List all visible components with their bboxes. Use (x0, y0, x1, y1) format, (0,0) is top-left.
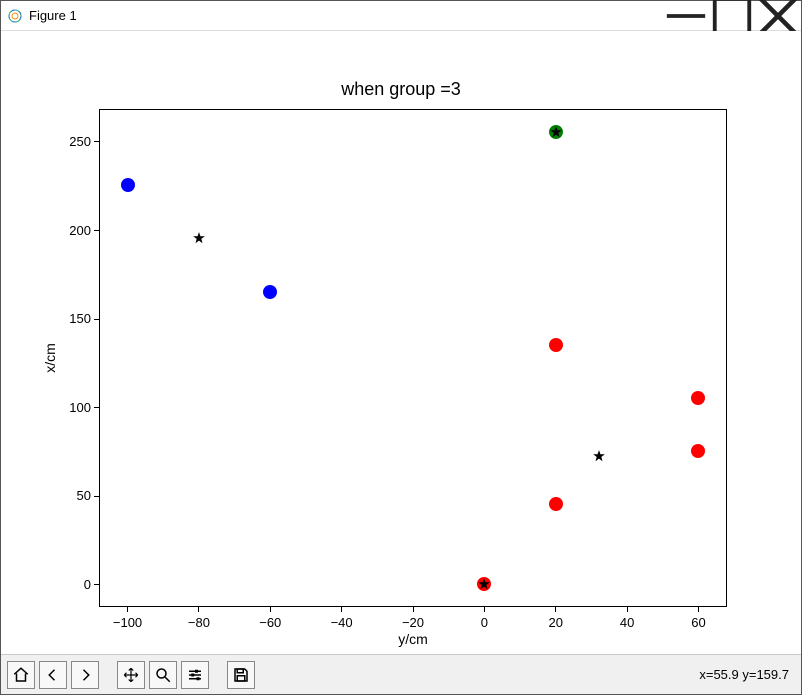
data-point-star (477, 577, 491, 591)
data-point (263, 285, 277, 299)
data-point (121, 178, 135, 192)
y-axis-label: x/cm (42, 343, 58, 373)
zoom-button[interactable] (149, 661, 177, 689)
data-point (549, 497, 563, 511)
data-point-star (592, 449, 606, 463)
app-icon (7, 8, 23, 24)
y-tick-label: 200 (69, 223, 91, 238)
data-point (549, 338, 563, 352)
x-tick-label: −80 (188, 615, 210, 630)
minimize-button[interactable] (663, 1, 709, 31)
chart-title: when group =3 (341, 79, 461, 100)
plot-canvas[interactable]: when group =3 x/cm y/cm 050100150200250−… (1, 31, 801, 654)
titlebar: Figure 1 (1, 1, 801, 31)
forward-button[interactable] (71, 661, 99, 689)
y-tick-label: 50 (77, 488, 91, 503)
x-tick-label: 0 (481, 615, 488, 630)
y-tick-label: 0 (84, 577, 91, 592)
y-tick-label: 250 (69, 134, 91, 149)
save-button[interactable] (227, 661, 255, 689)
subplots-button[interactable] (181, 661, 209, 689)
x-tick-label: −20 (402, 615, 424, 630)
axes-box (99, 109, 727, 607)
back-button[interactable] (39, 661, 67, 689)
cursor-coordinates: x=55.9 y=159.7 (699, 667, 795, 682)
matplotlib-toolbar: x=55.9 y=159.7 (1, 654, 801, 694)
x-tick-label: −60 (259, 615, 281, 630)
y-tick-label: 150 (69, 311, 91, 326)
x-axis-label: y/cm (398, 631, 428, 647)
x-tick-label: −100 (113, 615, 142, 630)
data-point-star (549, 125, 563, 139)
x-tick-label: 60 (691, 615, 705, 630)
y-tick-label: 100 (69, 400, 91, 415)
pan-button[interactable] (117, 661, 145, 689)
close-button[interactable] (755, 1, 801, 31)
x-tick-label: 20 (548, 615, 562, 630)
figure-window: Figure 1 when group =3 x/cm y/cm 0 50 100 1… (0, 0, 802, 695)
window-title: Figure 1 (29, 8, 77, 23)
x-tick-label: 40 (620, 615, 634, 630)
data-point-star (192, 231, 206, 245)
home-button[interactable] (7, 661, 35, 689)
x-tick-label: −40 (331, 615, 353, 630)
maximize-button[interactable] (709, 1, 755, 31)
